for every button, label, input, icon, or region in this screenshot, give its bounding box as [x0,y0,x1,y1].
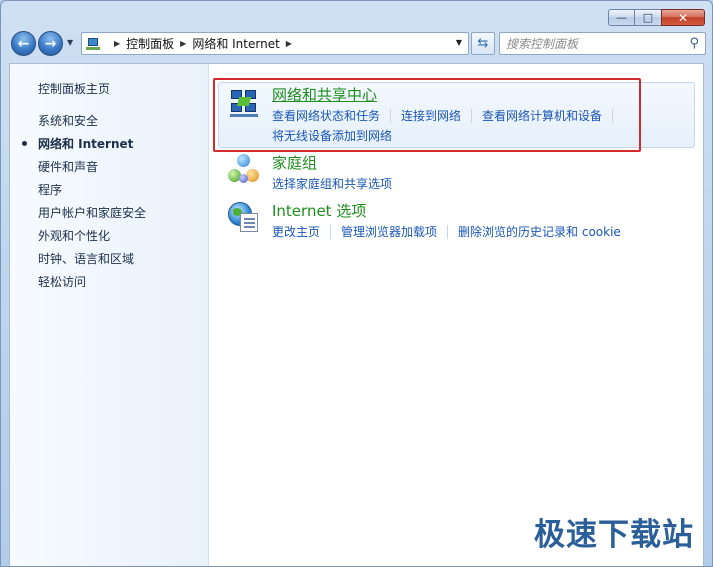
refresh-button[interactable]: ⇆ [471,32,495,55]
link-connect-to-network[interactable]: 连接到网络 [401,107,461,124]
search-placeholder: 搜索控制面板 [506,37,579,51]
homegroup-icon[interactable] [228,154,260,186]
sidebar-item-ease-of-access[interactable]: 轻松访问 [38,273,86,290]
active-bullet [22,141,27,146]
link-view-network-computers[interactable]: 查看网络计算机和设备 [482,107,602,124]
address-bar[interactable]: ▶ 控制面板 ▶ 网络和 Internet ▶ ▼ [81,32,469,55]
sidebar: 控制面板主页 系统和安全 网络和 Internet 硬件和声音 程序 用户帐户和… [10,64,209,566]
address-dropdown-icon[interactable]: ▼ [456,38,462,47]
chevron-right-icon[interactable]: ▶ [114,39,120,48]
link-divider [390,108,392,123]
network-sharing-center-icon[interactable] [228,86,260,118]
link-add-wireless-device[interactable]: 将无线设备添加到网络 [272,127,392,144]
watermark-text: 极速下载站 [534,517,694,553]
sidebar-item-home[interactable]: 控制面板主页 [38,80,110,97]
category-title-homegroup[interactable]: 家庭组 [272,152,392,173]
link-homegroup-sharing-options[interactable]: 选择家庭组和共享选项 [272,175,392,192]
breadcrumb-network-internet[interactable]: 网络和 Internet [192,35,279,52]
sidebar-item-hardware-sound[interactable]: 硬件和声音 [38,158,98,175]
sidebar-item-appearance[interactable]: 外观和个性化 [38,227,110,244]
control-panel-icon [86,37,102,51]
back-button[interactable]: ← [11,31,36,56]
refresh-icon: ⇆ [477,36,489,51]
link-divider [330,224,332,239]
category-internet-options: Internet 选项 更改主页 管理浏览器加载项 删除浏览的历史记录和 coo… [272,200,621,240]
link-divider [612,108,614,123]
link-divider [447,224,449,239]
sidebar-item-network-internet[interactable]: 网络和 Internet [38,135,133,152]
recent-pages-dropdown[interactable]: ▼ [67,38,73,47]
link-divider [471,108,473,123]
category-title-network-sharing-center[interactable]: 网络和共享中心 [272,84,623,105]
content-area: 控制面板主页 系统和安全 网络和 Internet 硬件和声音 程序 用户帐户和… [9,63,704,566]
category-network-sharing-center: 网络和共享中心 查看网络状态和任务 连接到网络 查看网络计算机和设备 将无线设备… [272,84,623,144]
close-button[interactable]: ✕ [661,9,705,26]
category-links-second-row: 将无线设备添加到网络 [272,127,623,144]
minimize-button[interactable]: — [608,9,634,26]
control-panel-window: — □ ✕ ← → ▼ ▶ 控制面板 ▶ 网络和 Internet ▶ ▼ ⇆ … [0,0,713,567]
chevron-right-icon[interactable]: ▶ [286,39,292,48]
category-links: 更改主页 管理浏览器加载项 删除浏览的历史记录和 cookie [272,223,621,240]
sidebar-item-programs[interactable]: 程序 [38,181,62,198]
sidebar-item-user-accounts[interactable]: 用户帐户和家庭安全 [38,204,146,221]
link-manage-addons[interactable]: 管理浏览器加载项 [341,223,437,240]
sidebar-item-system-security[interactable]: 系统和安全 [38,112,98,129]
main-panel: 网络和共享中心 查看网络状态和任务 连接到网络 查看网络计算机和设备 将无线设备… [210,64,703,566]
caption-buttons: — □ ✕ [608,9,705,26]
breadcrumb-control-panel[interactable]: 控制面板 [126,35,174,52]
navigation-bar: ← → ▼ ▶ 控制面板 ▶ 网络和 Internet ▶ ▼ ⇆ 搜索控制面板… [9,30,706,58]
link-change-home-page[interactable]: 更改主页 [272,223,320,240]
maximize-button[interactable]: □ [634,9,661,26]
search-icon[interactable]: ⚲ [689,36,699,51]
link-delete-history[interactable]: 删除浏览的历史记录和 cookie [458,223,621,240]
category-links: 查看网络状态和任务 连接到网络 查看网络计算机和设备 [272,107,623,124]
forward-button[interactable]: → [38,31,63,56]
category-title-internet-options[interactable]: Internet 选项 [272,200,621,221]
link-view-network-status[interactable]: 查看网络状态和任务 [272,107,380,124]
chevron-right-icon[interactable]: ▶ [180,39,186,48]
search-input[interactable]: 搜索控制面板 ⚲ [499,32,706,55]
internet-options-icon[interactable] [228,201,260,233]
sidebar-item-clock-language[interactable]: 时钟、语言和区域 [38,250,134,267]
category-links: 选择家庭组和共享选项 [272,175,392,192]
category-homegroup: 家庭组 选择家庭组和共享选项 [272,152,392,192]
